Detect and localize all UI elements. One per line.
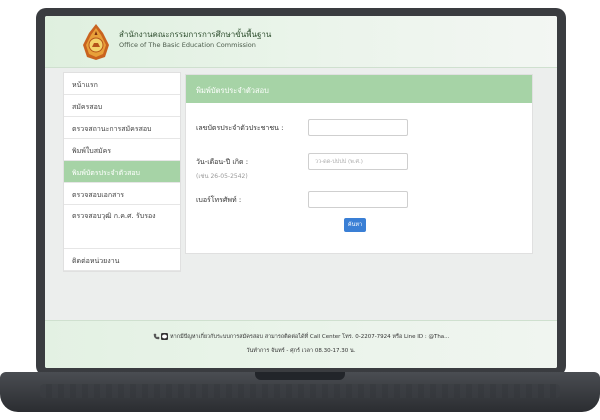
dob-hint: (เช่น 26-05-2542) [196,173,248,180]
sidebar-item-check-qualification[interactable]: ตรวจสอบวุฒิ ก.ค.ศ. รับรอง [64,205,180,249]
phone-input[interactable] [308,191,408,208]
phone-icon [153,333,159,340]
line-app-icon [161,333,169,340]
laptop-trackpad-notch [255,372,345,380]
panel-title: พิมพ์บัตรประจำตัวสอบ [186,75,532,103]
site-footer: หากมีปัญหาเกี่ยวกับระบบการสมัครสอบ สามาร… [45,320,557,368]
obec-logo-icon [83,24,109,60]
dob-label: วัน-เดือน-ปี เกิด : [196,158,249,166]
footer-contact-line: หากมีปัญหาเกี่ยวกับระบบการสมัครสอบ สามาร… [45,333,557,341]
site-title-english: Office of The Basic Education Commission [119,41,256,49]
id-number-label: เลขบัตรประจำตัวประชาชน : [196,124,284,132]
dob-input[interactable] [308,153,408,170]
sidebar-item-check-status[interactable]: ตรวจสถานะการสมัครสอบ [64,117,180,139]
sidebar-item-apply[interactable]: สมัครสอบ [64,95,180,117]
footer-hours: วันทำการ จันทร์ - ศุกร์ เวลา 08.30-17.30… [246,348,356,354]
sidebar-item-check-documents[interactable]: ตรวจสอบเอกสาร [64,183,180,205]
laptop-keyboard-edge [40,384,560,398]
search-button[interactable]: ค้นหา [344,218,366,232]
browser-screen: สำนักงานคณะกรรมการการศึกษาขั้นพื้นฐาน Of… [45,16,557,368]
sidebar-item-home[interactable]: หน้าแรก [64,73,180,95]
site-header: สำนักงานคณะกรรมการการศึกษาขั้นพื้นฐาน Of… [45,16,557,68]
sidebar-menu: หน้าแรก สมัครสอบ ตรวจสถานะการสมัครสอบ พิ… [63,72,181,272]
sidebar-item-print-application[interactable]: พิมพ์ใบสมัคร [64,139,180,161]
footer-contact-text: หากมีปัญหาเกี่ยวกับระบบการสมัครสอบ สามาร… [170,334,450,340]
id-number-input[interactable] [308,119,408,136]
sidebar-item-print-exam-card[interactable]: พิมพ์บัตรประจำตัวสอบ [64,161,180,183]
print-card-panel: พิมพ์บัตรประจำตัวสอบ เลขบัตรประจำตัวประช… [185,74,533,254]
phone-label: เบอร์โทรศัพท์ : [196,196,242,204]
site-title-thai: สำนักงานคณะกรรมการการศึกษาขั้นพื้นฐาน [119,30,272,39]
sidebar-item-contact[interactable]: ติดต่อหน่วยงาน [64,249,180,271]
